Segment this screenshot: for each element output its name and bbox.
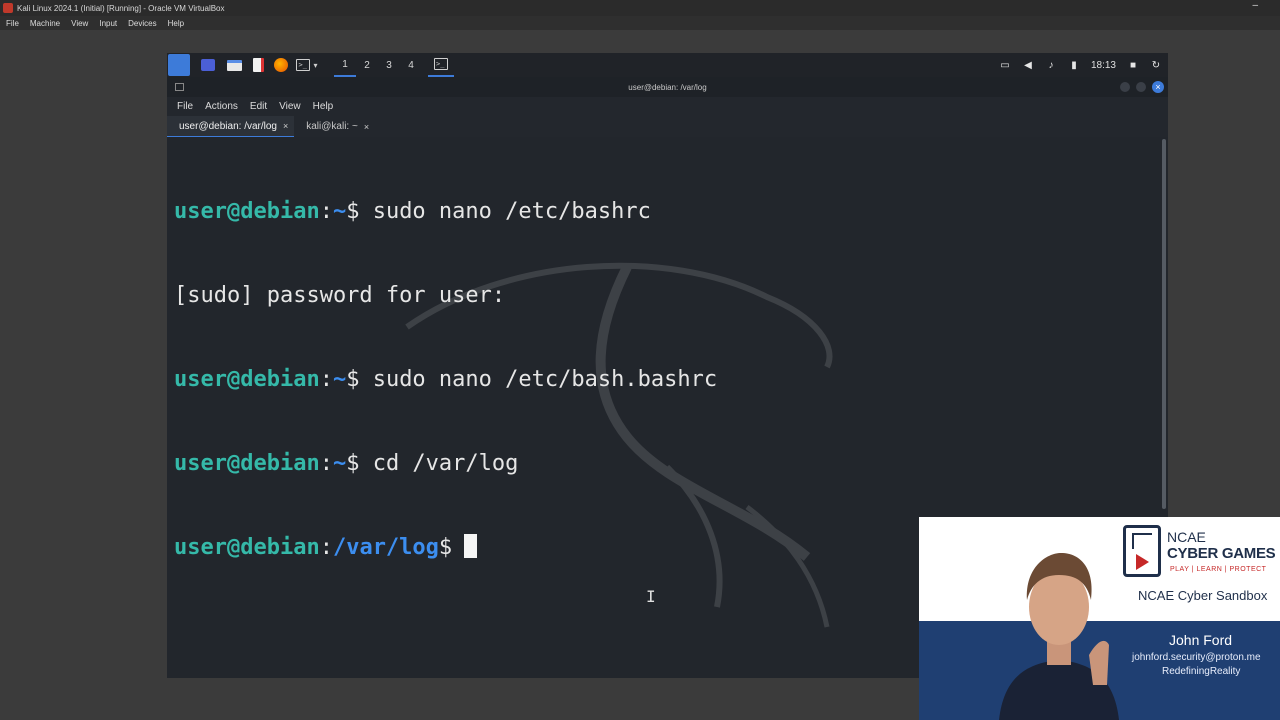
presenter-webcam	[999, 553, 1119, 720]
lock-icon[interactable]: ■	[1127, 60, 1139, 71]
battery-icon[interactable]: ▮	[1068, 60, 1080, 71]
presenter-handle: RedefiningReality	[1162, 666, 1241, 677]
terminal-menu-view[interactable]: View	[279, 101, 301, 112]
workspace-switcher: 1 2 3 4	[334, 53, 422, 77]
text-editor-icon	[252, 58, 264, 72]
terminal-menu-edit[interactable]: Edit	[250, 101, 267, 112]
tab-user-debian[interactable]: user@debian: /var/log ×	[167, 116, 295, 137]
presenter-overlay: NCAE CYBER GAMES PLAY | LEARN | PROTECT …	[919, 517, 1280, 720]
terminal-line: user@debian:~$ sudo nano /etc/bash.bashr…	[174, 367, 718, 392]
tab-close-button[interactable]: ×	[283, 121, 288, 131]
terminal-line: user@debian:~$ sudo nano /etc/bashrc	[174, 199, 651, 224]
terminal-line: user@debian:/var/log$	[174, 534, 717, 562]
workspace-2[interactable]: 2	[356, 53, 378, 77]
file-manager-button[interactable]	[222, 53, 246, 77]
play-icon	[1136, 554, 1149, 570]
terminal-icon: >_	[296, 59, 311, 71]
presenter-email: johnford.security@proton.me	[1132, 652, 1261, 663]
terminal-scrollbar[interactable]	[1162, 139, 1166, 509]
vbox-menu-devices[interactable]: Devices	[128, 19, 156, 28]
workspace-4[interactable]: 4	[400, 53, 422, 77]
chevron-down-icon: ▾	[313, 60, 318, 70]
kali-menu-icon	[168, 54, 190, 76]
tab-label: kali@kali: ~	[306, 121, 358, 132]
firefox-button[interactable]	[270, 53, 292, 77]
terminal-menu-bar: File Actions Edit View Help	[167, 97, 1168, 116]
power-icon[interactable]: ↻	[1150, 60, 1162, 71]
terminal-lines: user@debian:~$ sudo nano /etc/bashrc [su…	[174, 142, 717, 618]
terminal-tab-bar: user@debian: /var/log × kali@kali: ~ ×	[167, 116, 1168, 137]
bell-icon[interactable]: ♪	[1045, 60, 1057, 71]
terminal-menu-file[interactable]: File	[177, 101, 193, 112]
tab-kali[interactable]: kali@kali: ~ ×	[294, 116, 375, 137]
maximize-window-button[interactable]	[1136, 82, 1146, 92]
terminal-line: [sudo] password for user:	[174, 283, 506, 308]
tab-close-button[interactable]: ×	[364, 122, 369, 132]
logo-tagline: PLAY | LEARN | PROTECT	[1170, 566, 1267, 573]
tab-label: user@debian: /var/log	[179, 120, 277, 132]
system-tray: ▭ ◀ ♪ ▮ 18:13 ■ ↻	[999, 60, 1168, 71]
close-window-button[interactable]: ×	[1152, 81, 1164, 93]
sandbox-label: NCAE Cyber Sandbox	[1138, 588, 1268, 603]
vbox-menu-machine[interactable]: Machine	[30, 19, 60, 28]
minimize-window-button[interactable]	[1120, 82, 1130, 92]
text-cursor	[464, 534, 478, 558]
file-manager-icon	[226, 59, 242, 71]
vbox-menu-view[interactable]: View	[71, 19, 88, 28]
terminal-title-bar: user@debian: /var/log ×	[167, 77, 1168, 97]
vbox-menu-file[interactable]: File	[6, 19, 19, 28]
vbox-menu-input[interactable]: Input	[99, 19, 117, 28]
terminal-icon: >_	[434, 58, 448, 70]
text-editor-button[interactable]	[246, 53, 270, 77]
terminal-window-title: user@debian: /var/log	[628, 82, 707, 92]
ncae-logo	[1123, 525, 1161, 577]
workspace-3[interactable]: 3	[378, 53, 400, 77]
clock[interactable]: 18:13	[1091, 60, 1116, 71]
vbox-title-bar: Kali Linux 2024.1 (Initial) [Running] - …	[0, 0, 1280, 16]
workspace-1[interactable]: 1	[334, 53, 356, 77]
firefox-icon	[274, 58, 288, 72]
guest-top-panel: >_ ▾ 1 2 3 4 >_ ▭ ◀ ♪ ▮ 18:13 ■ ↻	[167, 53, 1168, 77]
app-icon	[201, 59, 215, 71]
vbox-window-title: Kali Linux 2024.1 (Initial) [Running] - …	[17, 3, 225, 13]
terminal-line: user@debian:~$ cd /var/log	[174, 451, 519, 476]
vbox-menu-bar: File Machine View Input Devices Help	[0, 16, 1280, 30]
virtualbox-icon	[3, 3, 13, 13]
display-icon[interactable]: ▭	[999, 60, 1011, 71]
volume-icon[interactable]: ◀	[1022, 60, 1034, 71]
logo-line2: CYBER GAMES	[1167, 545, 1276, 562]
vbox-menu-help[interactable]: Help	[168, 19, 184, 28]
terminal-menu-actions[interactable]: Actions	[205, 101, 238, 112]
terminal-menu-help[interactable]: Help	[313, 101, 334, 112]
app-launcher-button[interactable]	[194, 53, 222, 77]
ibeam-cursor-icon: I	[646, 587, 656, 606]
kali-menu-button[interactable]	[167, 53, 190, 77]
logo-line1: NCAE	[1167, 529, 1206, 545]
terminal-launcher-button[interactable]: >_ ▾	[292, 53, 322, 77]
minimize-button[interactable]: –	[1252, 0, 1258, 11]
taskbar-terminal-button[interactable]: >_	[428, 53, 454, 77]
presenter-name: John Ford	[1169, 632, 1233, 648]
